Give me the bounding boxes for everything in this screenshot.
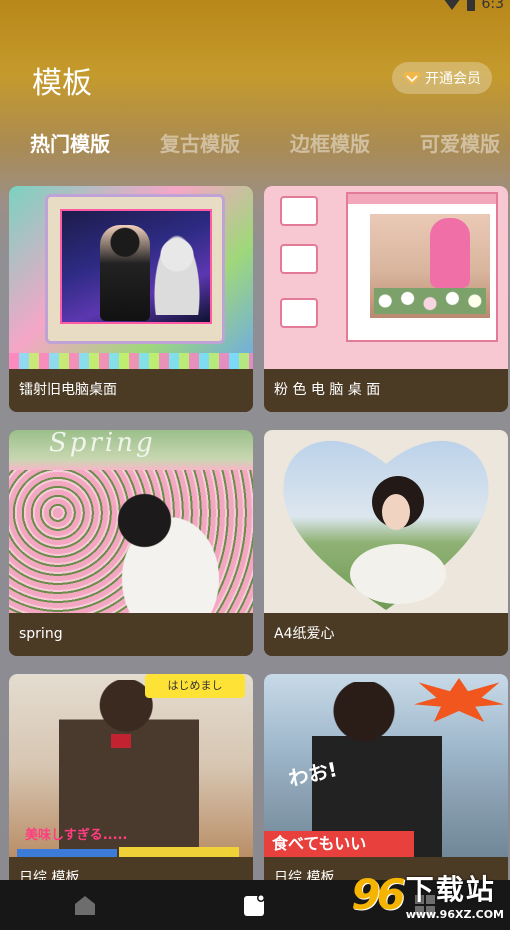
template-card-variety-show-1[interactable]: はじめまし 美味しすぎる..... 日综 模板 xyxy=(9,674,253,900)
template-thumbnail: わお! 食べてもいい xyxy=(264,674,508,857)
watermark-text: 下载站 xyxy=(405,873,496,906)
tab-hot-templates[interactable]: 热门模版 xyxy=(30,128,110,157)
template-card-label: spring xyxy=(9,613,253,656)
template-thumbnail xyxy=(9,186,253,369)
tab-frame-templates[interactable]: 边框模版 xyxy=(290,128,370,157)
thumbnail-overlay-text: 美味しすぎる..... xyxy=(25,828,128,843)
template-category-tabs: 热门模版 复古模版 边框模版 可爱模版 xyxy=(30,128,500,157)
open-membership-button[interactable]: 开通会员 xyxy=(392,62,492,94)
watermark-url: www.96XZ.COM xyxy=(405,908,504,921)
template-thumbnail xyxy=(264,430,508,613)
template-card-label: A4纸爱心 xyxy=(264,613,508,656)
template-card-label: 粉 色 电 脑 桌 面 xyxy=(264,369,508,412)
template-card-a4-heart[interactable]: A4纸爱心 xyxy=(264,430,508,656)
signal-icon xyxy=(443,0,462,10)
template-card-pink-desktop[interactable]: 粉 色 电 脑 桌 面 xyxy=(264,186,508,412)
home-icon xyxy=(75,896,95,915)
membership-button-label: 开通会员 xyxy=(425,71,481,87)
watermark-logo: 96 xyxy=(351,870,405,919)
thumbnail-overlay-text: 食べてもいい xyxy=(264,831,414,857)
template-thumbnail xyxy=(264,186,508,369)
tab-retro-templates[interactable]: 复古模版 xyxy=(160,128,240,157)
thumbnail-overlay-text: Spring xyxy=(49,430,156,458)
template-thumbnail: Spring xyxy=(9,430,253,613)
nav-home[interactable] xyxy=(0,894,170,916)
page-title: 模板 xyxy=(32,66,92,101)
thumbnail-overlay-text: はじめまし xyxy=(145,674,245,698)
battery-icon xyxy=(467,0,476,11)
template-card-variety-show-2[interactable]: わお! 食べてもいい 日综 模板 xyxy=(264,674,508,900)
nav-templates[interactable] xyxy=(170,893,340,917)
template-card-spring[interactable]: Spring spring xyxy=(9,430,253,656)
diamond-icon xyxy=(403,72,421,85)
tab-cute-templates[interactable]: 可爱模版 xyxy=(420,128,500,157)
template-card-laser-retro-desktop[interactable]: 镭射旧电脑桌面 xyxy=(9,186,253,412)
site-watermark: 96 下载站 www.96XZ.COM xyxy=(351,868,504,921)
template-card-label: 镭射旧电脑桌面 xyxy=(9,369,253,412)
template-thumbnail: はじめまし 美味しすぎる..... xyxy=(9,674,253,857)
status-time: 6:3 xyxy=(481,0,504,12)
template-icon xyxy=(244,894,265,916)
status-bar: 6:3 xyxy=(0,0,510,16)
